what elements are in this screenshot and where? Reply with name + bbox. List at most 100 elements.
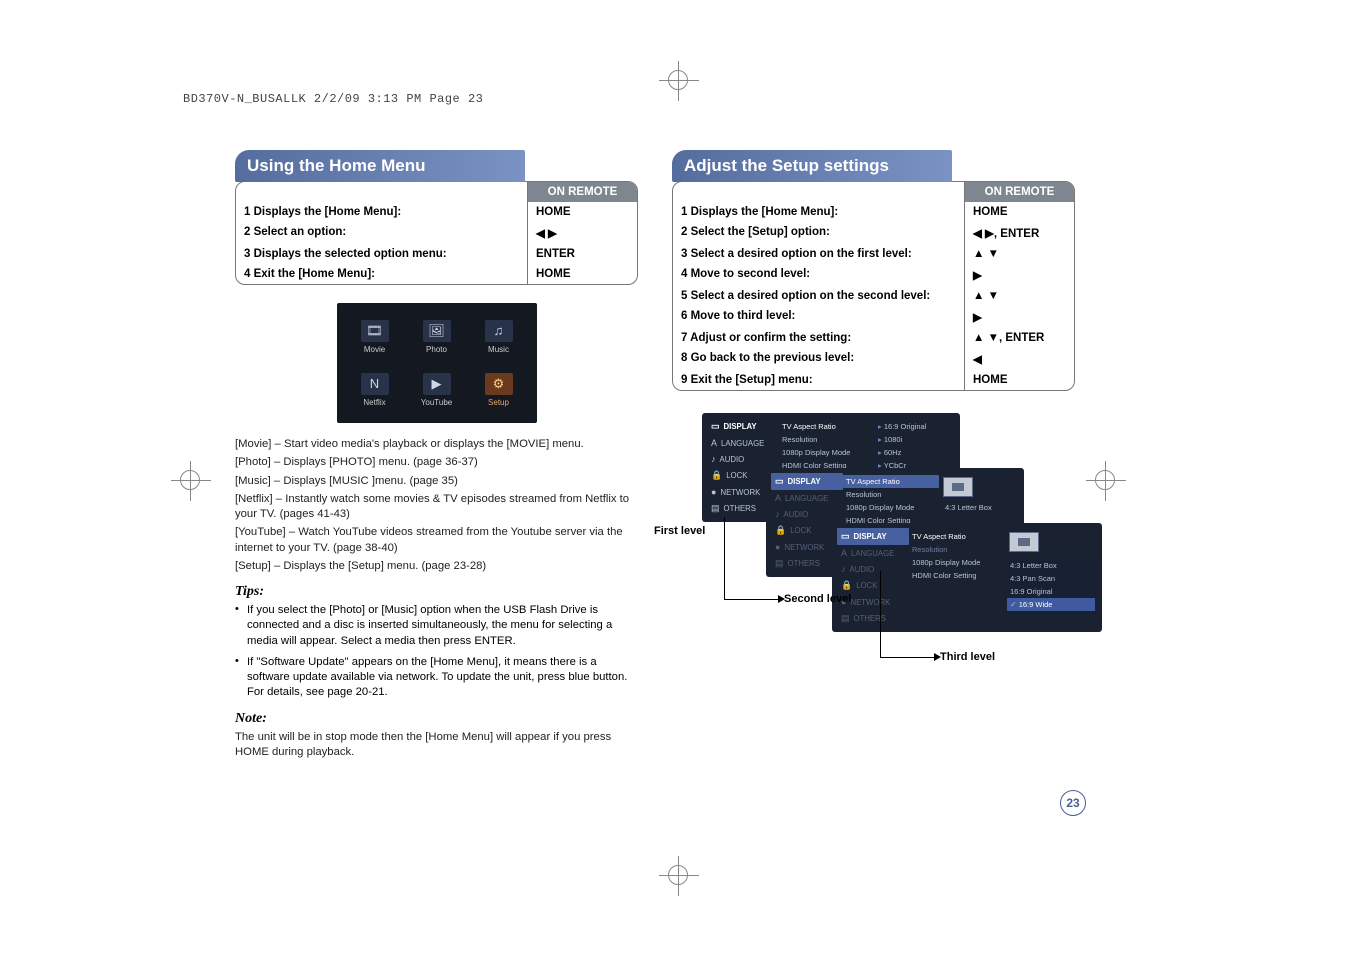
step-key: ▶ <box>964 306 1074 328</box>
registration-mark <box>668 865 688 885</box>
step-key: HOME <box>527 202 637 222</box>
step-key: HOME <box>964 370 1074 390</box>
step-label: 3 Displays the selected option menu: <box>236 244 527 264</box>
setup-option-value: ▸ 60Hz <box>875 446 955 459</box>
home-menu-illustration: 🎞Movie🖼Photo♫Music NNetflix▶YouTube⚙Setup <box>337 303 537 423</box>
step-label: 9 Exit the [Setup] menu: <box>673 370 964 390</box>
setup-option: HDMI Color Setting <box>909 569 1005 582</box>
step-key: ENTER <box>527 244 637 264</box>
page-reference: BD370V-N_BUSALLK 2/2/09 3:13 PM Page 23 <box>183 92 483 106</box>
aspect-ratio-option: ✓16:9 Wide <box>1007 598 1095 611</box>
step-label: 2 Select the [Setup] option: <box>673 222 964 244</box>
step-label: 7 Adjust or confirm the setting: <box>673 328 964 348</box>
section-title-setup: Adjust the Setup settings <box>672 150 952 182</box>
step-key: ▲ ▼ <box>964 244 1074 264</box>
home-menu-steps-table: ON REMOTE 1 Displays the [Home Menu]:HOM… <box>235 181 638 285</box>
photo-icon: 🖼 <box>423 320 451 342</box>
description-line: [Music] – Displays [MUSIC ]menu. (page 3… <box>235 474 638 489</box>
setup-panel-third-level: ▭DISPLAYALANGUAGE♪AUDIO🔒LOCK●NETWORK▤OTH… <box>832 523 1102 632</box>
step-label: 3 Select a desired option on the first l… <box>673 244 964 264</box>
registration-mark <box>180 470 200 490</box>
step-label: 1 Displays the [Home Menu]: <box>673 202 964 222</box>
left-column: Using the Home Menu ON REMOTE 1 Displays… <box>235 150 638 763</box>
registration-mark <box>1095 470 1115 490</box>
tip-text: If "Software Update" appears on the [Hom… <box>247 655 638 701</box>
note-heading: Note: <box>235 711 638 727</box>
step-key: ▲ ▼, ENTER <box>964 328 1074 348</box>
tip-text: If you select the [Photo] or [Music] opt… <box>247 603 638 649</box>
setup-side-item: ♪AUDIO <box>837 561 909 577</box>
network-icon: ● <box>711 487 716 497</box>
option-value: 4:3 Letter Box <box>942 501 995 514</box>
setup-side-item: ▭DISPLAY <box>771 473 843 490</box>
aspect-ratio-option: 4:3 Pan Scan <box>1007 572 1095 585</box>
home-cell: 🎞Movie <box>347 313 403 360</box>
page-number: 23 <box>1060 790 1086 816</box>
display-icon: ▭ <box>711 421 720 432</box>
step-label: 1 Displays the [Home Menu]: <box>236 202 527 222</box>
lock-icon: 🔒 <box>775 525 786 536</box>
audio-icon: ♪ <box>711 454 716 464</box>
step-key: ▲ ▼ <box>964 286 1074 306</box>
setup-side-item: 🔒LOCK <box>837 577 909 594</box>
others-icon: ▤ <box>775 558 784 569</box>
note-text: The unit will be in stop mode then the [… <box>235 730 638 761</box>
registration-mark <box>668 70 688 90</box>
display-icon: ▭ <box>841 531 850 542</box>
step-key: ▶ <box>964 264 1074 286</box>
audio-icon: ♪ <box>775 509 780 519</box>
description-line: [Photo] – Displays [PHOTO] menu. (page 3… <box>235 455 638 470</box>
home-cell: NNetflix <box>347 366 403 413</box>
step-key: ◀ ▶, ENTER <box>964 222 1074 244</box>
description-line: [Movie] – Start video media's playback o… <box>235 437 638 452</box>
setup-levels-illustration: ▭DISPLAYALANGUAGE♪AUDIO🔒LOCK●NETWORK▤OTH… <box>672 413 1075 673</box>
home-cell: ♫Music <box>471 313 527 360</box>
step-key: HOME <box>964 202 1074 222</box>
step-key: HOME <box>527 264 637 284</box>
setup-option: TV Aspect Ratio <box>909 530 1005 543</box>
preview-icon <box>1009 532 1039 552</box>
third-level-label: Third level <box>940 651 995 663</box>
first-level-label: First level <box>654 525 705 537</box>
lock-icon: 🔒 <box>711 470 722 481</box>
language-icon: A <box>775 493 781 503</box>
others-icon: ▤ <box>841 613 850 624</box>
display-icon: ▭ <box>775 476 784 487</box>
others-icon: ▤ <box>711 503 720 514</box>
lock-icon: 🔒 <box>841 580 852 591</box>
step-label: 8 Go back to the previous level: <box>673 348 964 370</box>
setup-option-value: ▸ 1080i <box>875 433 955 446</box>
setup-option: 1080p Display Mode <box>843 501 939 514</box>
setup-option: Resolution <box>843 488 939 501</box>
step-label: 6 Move to third level: <box>673 306 964 328</box>
youtube-icon: ▶ <box>423 373 451 395</box>
language-icon: A <box>841 548 847 558</box>
setup-option: 1080p Display Mode <box>779 446 875 459</box>
network-icon: ● <box>775 542 780 552</box>
step-key: ◀ ▶ <box>527 222 637 244</box>
right-column: Adjust the Setup settings ON REMOTE 1 Di… <box>672 150 1075 763</box>
aspect-ratio-option: 4:3 Letter Box <box>1007 559 1095 572</box>
step-key: ◀ <box>964 348 1074 370</box>
section-title-home-menu: Using the Home Menu <box>235 150 525 182</box>
home-cell: 🖼Photo <box>409 313 465 360</box>
setup-side-item: ▭DISPLAY <box>707 418 779 435</box>
setup-side-item: ♪AUDIO <box>707 451 779 467</box>
description-line: [Netflix] – Instantly watch some movies … <box>235 492 638 523</box>
setup-option: TV Aspect Ratio <box>779 420 875 433</box>
step-label: 5 Select a desired option on the second … <box>673 286 964 306</box>
music-icon: ♫ <box>485 320 513 342</box>
preview-icon <box>943 477 973 497</box>
home-cell: ▶YouTube <box>409 366 465 413</box>
setup-option: Resolution <box>779 433 875 446</box>
step-label: 4 Move to second level: <box>673 264 964 286</box>
on-remote-header: ON REMOTE <box>527 182 637 202</box>
setup-side-item: ▭DISPLAY <box>837 528 909 545</box>
step-label: 2 Select an option: <box>236 222 527 244</box>
setup-option-value: ▸ 16:9 Original <box>875 420 955 433</box>
movie-icon: 🎞 <box>361 320 389 342</box>
audio-icon: ♪ <box>841 564 846 574</box>
home-cell: ⚙Setup <box>471 366 527 413</box>
setup-steps-table: ON REMOTE 1 Displays the [Home Menu]:HOM… <box>672 181 1075 391</box>
second-level-label: Second level <box>784 593 851 605</box>
